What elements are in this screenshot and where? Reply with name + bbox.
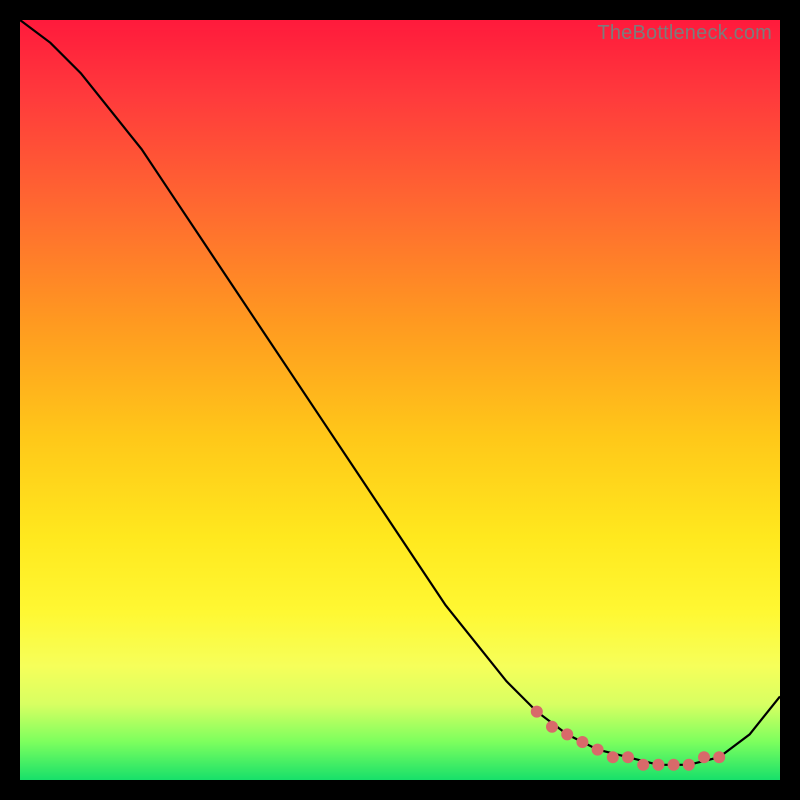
marker-dot (622, 751, 634, 763)
marker-dot (546, 721, 558, 733)
chart-frame: TheBottleneck.com (0, 0, 800, 800)
marker-dot (592, 744, 604, 756)
marker-dot (668, 759, 680, 771)
chart-svg (20, 20, 780, 780)
marker-dot (637, 759, 649, 771)
marker-dot (531, 706, 543, 718)
bottleneck-curve (20, 20, 780, 765)
marker-dot (576, 736, 588, 748)
marker-dot (698, 751, 710, 763)
marker-dot (683, 759, 695, 771)
plot-area: TheBottleneck.com (20, 20, 780, 780)
marker-dot (607, 751, 619, 763)
marker-dot (561, 728, 573, 740)
marker-dot (713, 751, 725, 763)
marker-dot (652, 759, 664, 771)
markers-group (531, 706, 725, 771)
